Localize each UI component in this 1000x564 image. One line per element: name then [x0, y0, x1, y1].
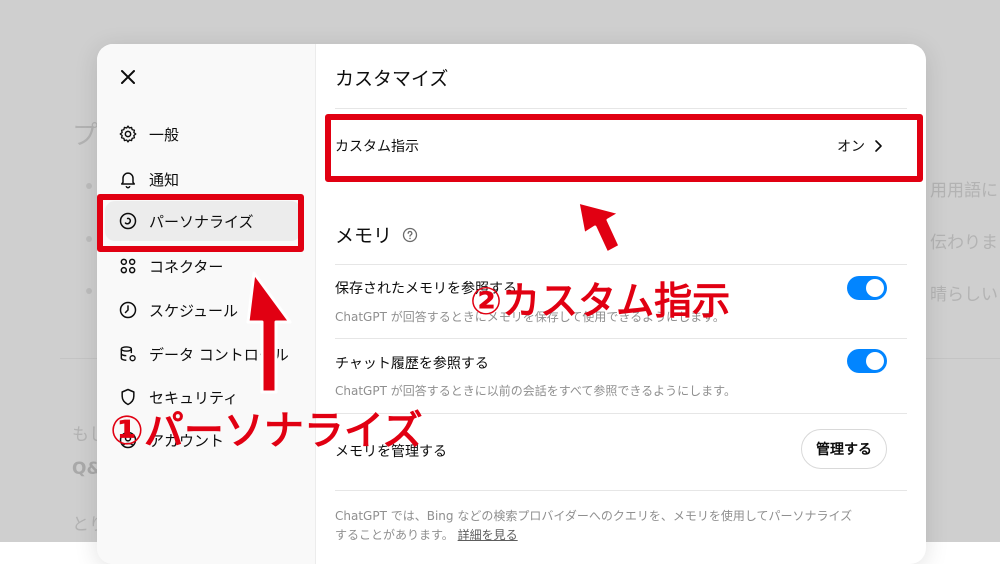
divider — [335, 490, 907, 491]
bell-icon — [117, 168, 139, 190]
connector-icon — [117, 255, 139, 277]
saved-memory-toggle[interactable] — [847, 276, 887, 300]
memory-title: メモリ — [335, 225, 393, 247]
manage-memory-button[interactable]: 管理する — [801, 429, 887, 469]
toggle-knob — [866, 352, 884, 370]
sidebar-item-schedules[interactable]: スケジュール — [105, 290, 301, 330]
close-button[interactable] — [116, 65, 140, 89]
sidebar-item-label: スケジュール — [149, 301, 238, 320]
close-icon — [121, 70, 135, 84]
footer-text: ChatGPT では、Bing などの検索プロバイダーへのクエリを、メモリを使用… — [335, 509, 853, 542]
divider — [335, 264, 907, 265]
sidebar-item-label: 通知 — [149, 170, 180, 189]
sidebar-item-label: 一般 — [149, 125, 180, 144]
sidebar-item-general[interactable]: 一般 — [105, 114, 301, 154]
toggle-knob — [866, 279, 884, 297]
chat-history-description: ChatGPT が回答するときに以前の会話をすべて参照できるようにします。 — [335, 384, 736, 398]
divider — [335, 108, 907, 109]
clock-icon — [117, 299, 139, 321]
background-text: 伝わりま — [930, 233, 998, 253]
background-text: 用用語に — [930, 181, 998, 201]
annotation-step2-label: ②カスタム指示 — [470, 279, 731, 323]
footer-note: ChatGPT では、Bing などの検索プロバイダーへのクエリを、メモリを使用… — [335, 507, 855, 545]
background-bullet — [86, 236, 92, 242]
background-heading: プ — [72, 121, 99, 151]
chat-history-toggle[interactable] — [847, 349, 887, 373]
background-bullet — [86, 183, 92, 189]
sidebar-item-data-controls[interactable]: データ コントロール — [105, 334, 301, 374]
sidebar-item-connectors[interactable]: コネクター — [105, 246, 301, 286]
learn-more-link[interactable]: 詳細を見る — [458, 528, 518, 542]
gear-icon — [117, 123, 139, 145]
memory-section-title: メモリ — [335, 221, 418, 248]
background-bullet — [86, 288, 92, 294]
highlight-box-custom-instructions — [325, 114, 923, 182]
divider — [335, 338, 907, 339]
settings-sidebar: 一般 通知 パーソナライズ コネクター スケジュール データ コントロール セキ… — [97, 44, 316, 564]
database-gear-icon — [117, 343, 139, 365]
highlight-box-personalization — [97, 194, 304, 252]
annotation-step1-label: ①パーソナライズ — [110, 408, 423, 454]
page-title: カスタマイズ — [335, 68, 449, 90]
sidebar-item-label: データ コントロール — [149, 345, 289, 364]
chat-history-label: チャット履歴を参照する — [335, 356, 489, 372]
background-text: 晴らしい — [930, 285, 998, 305]
help-icon[interactable] — [402, 227, 418, 243]
sidebar-item-label: コネクター — [149, 257, 224, 276]
sidebar-item-notifications[interactable]: 通知 — [105, 159, 301, 199]
